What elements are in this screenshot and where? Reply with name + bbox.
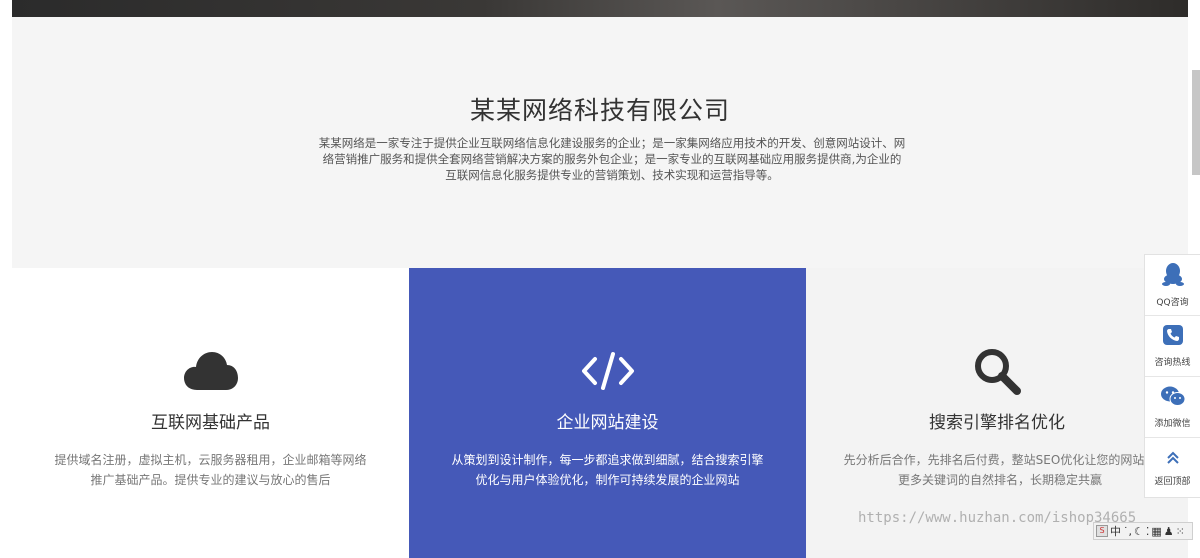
float-item-label: 返回顶部 bbox=[1154, 477, 1191, 487]
ime-mode-label: 中 bbox=[1110, 525, 1121, 538]
service-title: 互联网基础产品 bbox=[151, 413, 270, 433]
chevron-up-icon bbox=[1166, 450, 1180, 469]
company-intro-section: 某某网络科技有限公司 某某网络是一家专注于提供企业互联网络信息化建设服务的企业；… bbox=[12, 17, 1188, 268]
qq-consult-button[interactable]: QQ咨询 bbox=[1145, 255, 1200, 316]
back-to-top-button[interactable]: 返回顶部 bbox=[1145, 438, 1200, 499]
ime-grid-icon: ⁙ bbox=[1175, 524, 1185, 538]
service-description: 先分析后合作，先排名后付费，整站SEO优化让您的网站有更多关键词的自然排名，长期… bbox=[843, 453, 1157, 487]
hotline-button[interactable]: 咨询热线 bbox=[1145, 316, 1200, 377]
search-icon bbox=[806, 348, 1188, 395]
float-item-label: QQ咨询 bbox=[1156, 298, 1189, 308]
ime-moon-icon: ☾ bbox=[1134, 524, 1144, 538]
service-card-internet-products[interactable]: 互联网基础产品 提供域名注册，虚拟主机，云服务器租用，企业邮箱等网络推广基础产品… bbox=[12, 268, 409, 558]
service-title: 搜索引擎排名优化 bbox=[929, 413, 1065, 433]
ime-user-icon: ♟ bbox=[1163, 524, 1174, 538]
qq-icon bbox=[1161, 262, 1184, 290]
ime-logo-icon: S bbox=[1096, 525, 1108, 537]
page-left-margin bbox=[0, 0, 12, 558]
service-description: 从策划到设计制作，每一步都追求做到细腻，结合搜索引擎优化与用户体验优化，制作可持… bbox=[451, 453, 764, 487]
company-description: 某某网络是一家专注于提供企业互联网络信息化建设服务的企业；是一家集网络应用技术的… bbox=[318, 136, 906, 182]
ime-toolbar[interactable]: S 中 ˙, ☾ ⁚ ▦ ♟ ⁙ bbox=[1093, 522, 1193, 540]
ime-punct-icon: ˙, bbox=[1123, 524, 1132, 538]
floating-contact-bar: QQ咨询 咨询热线 添加微信 返回顶部 bbox=[1144, 254, 1200, 498]
ime-keyboard-icon: ▦ bbox=[1151, 524, 1162, 538]
service-description: 提供域名注册，虚拟主机，云服务器租用，企业邮箱等网络推广基础产品。提供专业的建议… bbox=[54, 453, 367, 487]
hero-banner-bottom bbox=[12, 0, 1188, 17]
company-title: 某某网络科技有限公司 bbox=[469, 96, 730, 125]
float-item-label: 咨询热线 bbox=[1154, 358, 1191, 368]
scrollbar-thumb[interactable] bbox=[1192, 70, 1200, 175]
float-item-label: 添加微信 bbox=[1154, 419, 1191, 429]
wechat-icon bbox=[1160, 385, 1186, 411]
service-card-website-building[interactable]: 企业网站建设 从策划到设计制作，每一步都追求做到细腻，结合搜索引擎优化与用户体验… bbox=[409, 268, 806, 558]
code-icon bbox=[409, 348, 806, 394]
cloud-icon bbox=[12, 348, 409, 394]
phone-icon bbox=[1162, 324, 1184, 350]
wechat-button[interactable]: 添加微信 bbox=[1145, 377, 1200, 438]
ime-dots-icon: ⁚ bbox=[1145, 524, 1150, 538]
service-title: 企业网站建设 bbox=[556, 413, 659, 433]
